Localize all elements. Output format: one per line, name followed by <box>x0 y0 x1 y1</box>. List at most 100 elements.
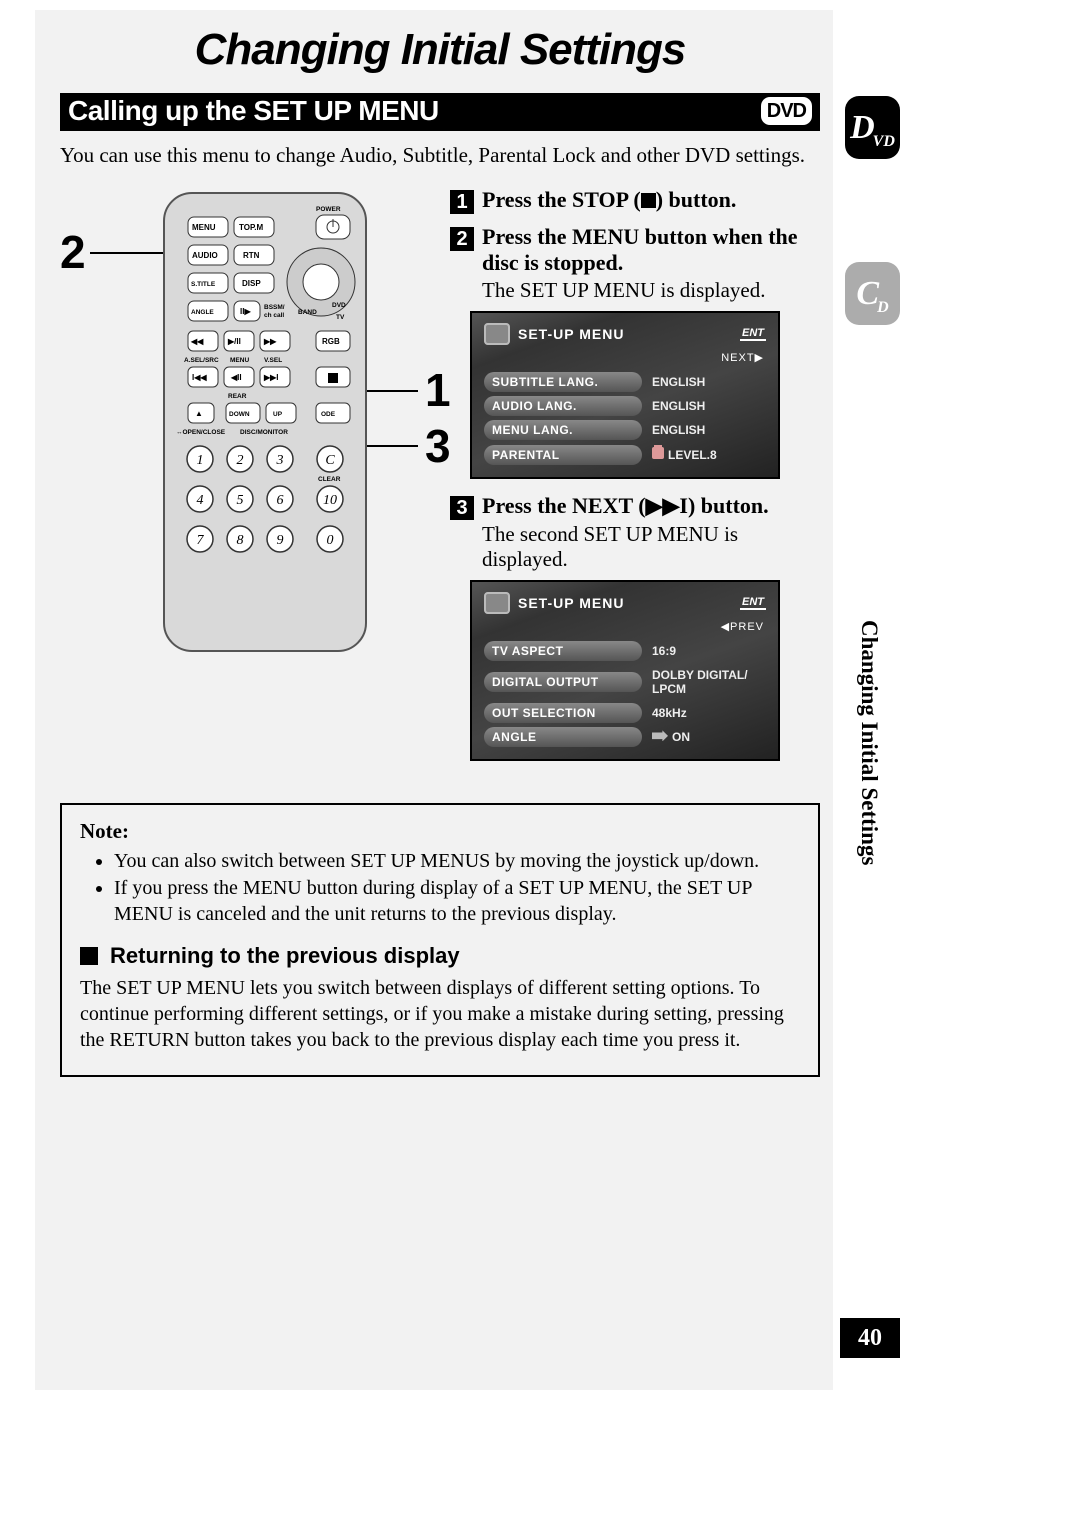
svg-text:MENU: MENU <box>230 357 249 364</box>
svg-text:◀◀: ◀◀ <box>190 337 204 346</box>
svg-text:TOP.M: TOP.M <box>239 223 263 232</box>
step-text: Press the STOP ( <box>482 187 641 212</box>
svg-text:UP: UP <box>273 411 283 418</box>
step-3: 3 Press the NEXT (▶▶I) button. <box>450 493 820 520</box>
svg-text:MENU: MENU <box>192 223 216 232</box>
osd-value: 48kHz <box>648 703 766 723</box>
svg-text:DISP: DISP <box>242 279 261 288</box>
svg-text:8: 8 <box>237 533 244 548</box>
callout-3: 3 <box>425 419 451 473</box>
svg-text:RTN: RTN <box>243 251 260 260</box>
tab-cd-sub: D <box>877 299 889 317</box>
osd-label: AUDIO LANG. <box>484 396 642 416</box>
osd-value: LEVEL.8 <box>648 444 766 465</box>
svg-text:▶▶I: ▶▶I <box>263 373 279 382</box>
svg-text:3: 3 <box>276 453 284 468</box>
osd-value-text: 16:9 <box>652 644 676 658</box>
osd-row: TV ASPECT16:9 <box>478 639 772 663</box>
svg-text:RGB: RGB <box>322 337 340 346</box>
step-number-icon: 2 <box>450 227 474 251</box>
note-item: If you press the MENU button during disp… <box>114 875 800 927</box>
sub-heading-text: Returning to the previous display <box>110 943 460 969</box>
osd-ent-label: ENT <box>740 327 766 341</box>
svg-text:I◀◀: I◀◀ <box>192 373 207 382</box>
osd-ent-label: ENT <box>740 596 766 610</box>
svg-text:POWER: POWER <box>316 206 341 213</box>
callout-1: 1 <box>425 363 451 417</box>
content-row: 2 1 3 MENU TOP.M POWER AUDIO RTN <box>60 187 820 775</box>
tab-dvd-sub: VD <box>873 133 895 151</box>
osd-label: OUT SELECTION <box>484 703 642 723</box>
svg-text:CLEAR: CLEAR <box>318 476 341 483</box>
svg-text:▶/II: ▶/II <box>227 337 241 346</box>
svg-text:II▶: II▶ <box>240 307 251 316</box>
svg-text:C: C <box>325 453 335 468</box>
svg-text:S.TITLE: S.TITLE <box>191 281 216 288</box>
svg-text:A.SEL/SRC: A.SEL/SRC <box>184 357 219 364</box>
step-number-icon: 1 <box>450 190 474 214</box>
note-list: You can also switch between SET UP MENUS… <box>114 848 800 927</box>
svg-text:ANGLE: ANGLE <box>191 309 214 316</box>
osd-value: ON <box>648 727 766 747</box>
sub-heading: Returning to the previous display <box>80 943 800 969</box>
osd-value-text: LEVEL.8 <box>668 448 717 462</box>
osd-next-label: NEXT▶ <box>478 349 772 370</box>
step-heading: Press the STOP ( ) button. <box>482 187 736 214</box>
osd-label: SUBTITLE LANG. <box>484 372 642 392</box>
osd-row: PARENTAL LEVEL.8 <box>478 442 772 467</box>
osd-value: ENGLISH <box>648 396 766 416</box>
osd-label: ANGLE <box>484 727 642 747</box>
svg-text:9: 9 <box>277 533 284 548</box>
osd-value-text: ENGLISH <box>652 375 705 389</box>
step-body: The SET UP MENU is displayed. <box>482 278 820 303</box>
callout-2: 2 <box>60 225 86 279</box>
section-bar: Calling up the SET UP MENU DVD <box>60 93 820 131</box>
step-body: The second SET UP MENU is displayed. <box>482 522 820 572</box>
svg-text:DOWN: DOWN <box>229 411 250 418</box>
svg-text:↔OPEN/CLOSE: ↔OPEN/CLOSE <box>176 429 226 436</box>
svg-text:0: 0 <box>327 533 334 548</box>
stop-icon <box>641 193 656 208</box>
svg-text:1: 1 <box>197 453 204 468</box>
osd-prev-label: ◀PREV <box>478 618 772 639</box>
step-text: ) button. <box>688 493 769 518</box>
osd-row: SUBTITLE LANG. ENGLISH <box>478 370 772 394</box>
osd-value-text: ON <box>672 730 690 744</box>
tab-cd: C D <box>845 262 900 325</box>
note-title: Note: <box>80 819 800 844</box>
svg-text:▲: ▲ <box>195 409 203 418</box>
step-text: ) button. <box>656 187 737 212</box>
osd-label: PARENTAL <box>484 445 642 465</box>
osd-label: DIGITAL OUTPUT <box>484 672 642 692</box>
osd-value-text: ENGLISH <box>652 423 705 437</box>
svg-text:V.SEL: V.SEL <box>264 357 282 364</box>
remote-column: 2 1 3 MENU TOP.M POWER AUDIO RTN <box>60 187 440 775</box>
page-title: Changing Initial Settings <box>60 25 820 75</box>
camera-icon <box>652 730 668 744</box>
svg-text:ch call: ch call <box>264 312 284 319</box>
steps-column: 1 Press the STOP ( ) button. 2 Press the … <box>450 187 820 775</box>
side-section-label: Changing Initial Settings <box>856 620 882 865</box>
osd-value-text: 48kHz <box>652 706 687 720</box>
osd-row: AUDIO LANG. ENGLISH <box>478 394 772 418</box>
osd-row: ANGLE ON <box>478 725 772 749</box>
osd-value: ENGLISH <box>648 420 766 440</box>
svg-text:BAND: BAND <box>298 309 317 316</box>
osd-value-text: ENGLISH <box>652 399 705 413</box>
svg-text:10: 10 <box>323 493 337 508</box>
osd-value: 16:9 <box>648 641 766 661</box>
tab-dvd: D VD <box>845 96 900 159</box>
svg-text:5: 5 <box>237 493 244 508</box>
note-box: Note: You can also switch between SET UP… <box>60 803 820 1077</box>
svg-text:4: 4 <box>197 493 204 508</box>
osd-row: DIGITAL OUTPUTDOLBY DIGITAL/ LPCM <box>478 663 772 701</box>
svg-text:7: 7 <box>197 533 205 548</box>
tab-dvd-big: D <box>850 111 875 145</box>
intro-text: You can use this menu to change Audio, S… <box>60 141 820 169</box>
svg-text:2: 2 <box>237 453 244 468</box>
step-2: 2 Press the MENU button when the disc is… <box>450 224 820 276</box>
osd-title: SET-UP MENU <box>518 326 732 342</box>
page-number: 40 <box>840 1318 900 1358</box>
step-heading: Press the MENU button when the disc is s… <box>482 224 820 276</box>
tab-cd-big: C <box>856 277 879 311</box>
